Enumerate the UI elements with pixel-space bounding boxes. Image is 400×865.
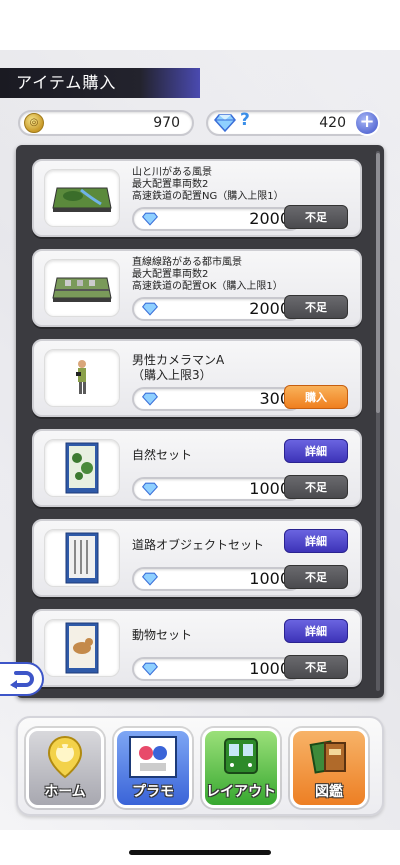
- nav-home[interactable]: ホーム: [26, 728, 104, 808]
- list-item[interactable]: 山と川がある風景 最大配置車両数2 高速鉄道の配置NG（購入上限1） 2000 …: [32, 159, 362, 237]
- nav-zukan[interactable]: 図鑑: [290, 728, 368, 808]
- page-title: アイテム購入: [0, 68, 200, 98]
- home-indicator[interactable]: [129, 850, 271, 855]
- diamond-icon: [142, 572, 158, 586]
- coin-value: 970: [153, 115, 180, 131]
- nav-plamo-label: プラモ: [132, 784, 174, 800]
- plamo-box-icon: [129, 736, 177, 778]
- diamond-icon: [214, 114, 236, 132]
- item-thumbnail: [44, 619, 120, 677]
- list-item[interactable]: 自然セット 1000 詳細 不足: [32, 429, 362, 507]
- nav-home-label: ホーム: [44, 784, 86, 800]
- insufficient-button[interactable]: 不足: [284, 295, 348, 319]
- item-description: 男性カメラマンA （購入上限3）: [132, 353, 225, 382]
- item-list[interactable]: 山と川がある風景 最大配置車両数2 高速鉄道の配置NG（購入上限1） 2000 …: [16, 145, 384, 698]
- back-button[interactable]: [0, 662, 44, 696]
- diamond-icon: [142, 662, 158, 676]
- price-field: 2000: [132, 297, 302, 321]
- road-objects-package-icon: [65, 532, 99, 584]
- nature-set-package-icon: [65, 442, 99, 494]
- train-icon: [224, 738, 258, 774]
- price-field: 1000: [132, 477, 302, 501]
- nav-layout-label: レイアウト: [206, 784, 276, 800]
- diamond-icon: [142, 302, 158, 316]
- gem-unknown-label: ?: [240, 110, 250, 130]
- landscape-icon: [52, 187, 112, 212]
- detail-button[interactable]: 詳細: [284, 529, 348, 553]
- list-item[interactable]: 男性カメラマンA （購入上限3） 300 購入: [32, 339, 362, 417]
- item-thumbnail: [44, 169, 120, 227]
- books-icon: [309, 740, 346, 774]
- insufficient-button[interactable]: 不足: [284, 565, 348, 589]
- cameraman-figure-icon: [76, 360, 86, 394]
- detail-button[interactable]: 詳細: [284, 619, 348, 643]
- item-thumbnail: [44, 259, 120, 317]
- price-field: 1000: [132, 567, 302, 591]
- coin-icon: ◎: [24, 113, 44, 133]
- gem-balance: ? 420 +: [206, 110, 380, 136]
- animal-set-package-icon: [65, 622, 99, 674]
- nav-plamo[interactable]: プラモ: [114, 728, 192, 808]
- price-field: 2000: [132, 207, 302, 231]
- diamond-icon: [142, 212, 158, 226]
- list-item[interactable]: 動物セット 1000 詳細 不足: [32, 609, 362, 687]
- item-description: 直線線路がある都市風景 最大配置車両数2 高速鉄道の配置OK（購入上限1）: [132, 257, 283, 292]
- add-gems-button[interactable]: +: [354, 110, 380, 136]
- return-arrow-icon: [10, 671, 34, 689]
- insufficient-button[interactable]: 不足: [284, 655, 348, 679]
- price-field: 300: [132, 387, 302, 411]
- nav-zukan-label: 図鑑: [315, 784, 343, 800]
- item-thumbnail: [44, 349, 120, 407]
- list-item[interactable]: 直線線路がある都市風景 最大配置車両数2 高速鉄道の配置OK（購入上限1） 20…: [32, 249, 362, 327]
- detail-button[interactable]: 詳細: [284, 439, 348, 463]
- item-thumbnail: [44, 439, 120, 497]
- scrollbar-thumb[interactable]: [376, 153, 380, 413]
- list-item[interactable]: 道路オブジェクトセット 1000 詳細 不足: [32, 519, 362, 597]
- city-landscape-icon: [52, 277, 112, 302]
- coin-balance: ◎ 970: [18, 110, 194, 136]
- item-thumbnail: [44, 529, 120, 587]
- item-description: 山と川がある風景 最大配置車両数2 高速鉄道の配置NG（購入上限1）: [132, 167, 284, 202]
- diamond-icon: [142, 482, 158, 496]
- gem-value: 420: [319, 115, 346, 131]
- insufficient-button[interactable]: 不足: [284, 475, 348, 499]
- bottom-nav: ホーム プラモ レイアウト 図鑑: [16, 716, 384, 816]
- nav-layout[interactable]: レイアウト: [202, 728, 280, 808]
- home-pin-icon: [47, 735, 83, 779]
- diamond-icon: [142, 392, 158, 406]
- insufficient-button[interactable]: 不足: [284, 205, 348, 229]
- price-field: 1000: [132, 657, 302, 681]
- buy-button[interactable]: 購入: [284, 385, 348, 409]
